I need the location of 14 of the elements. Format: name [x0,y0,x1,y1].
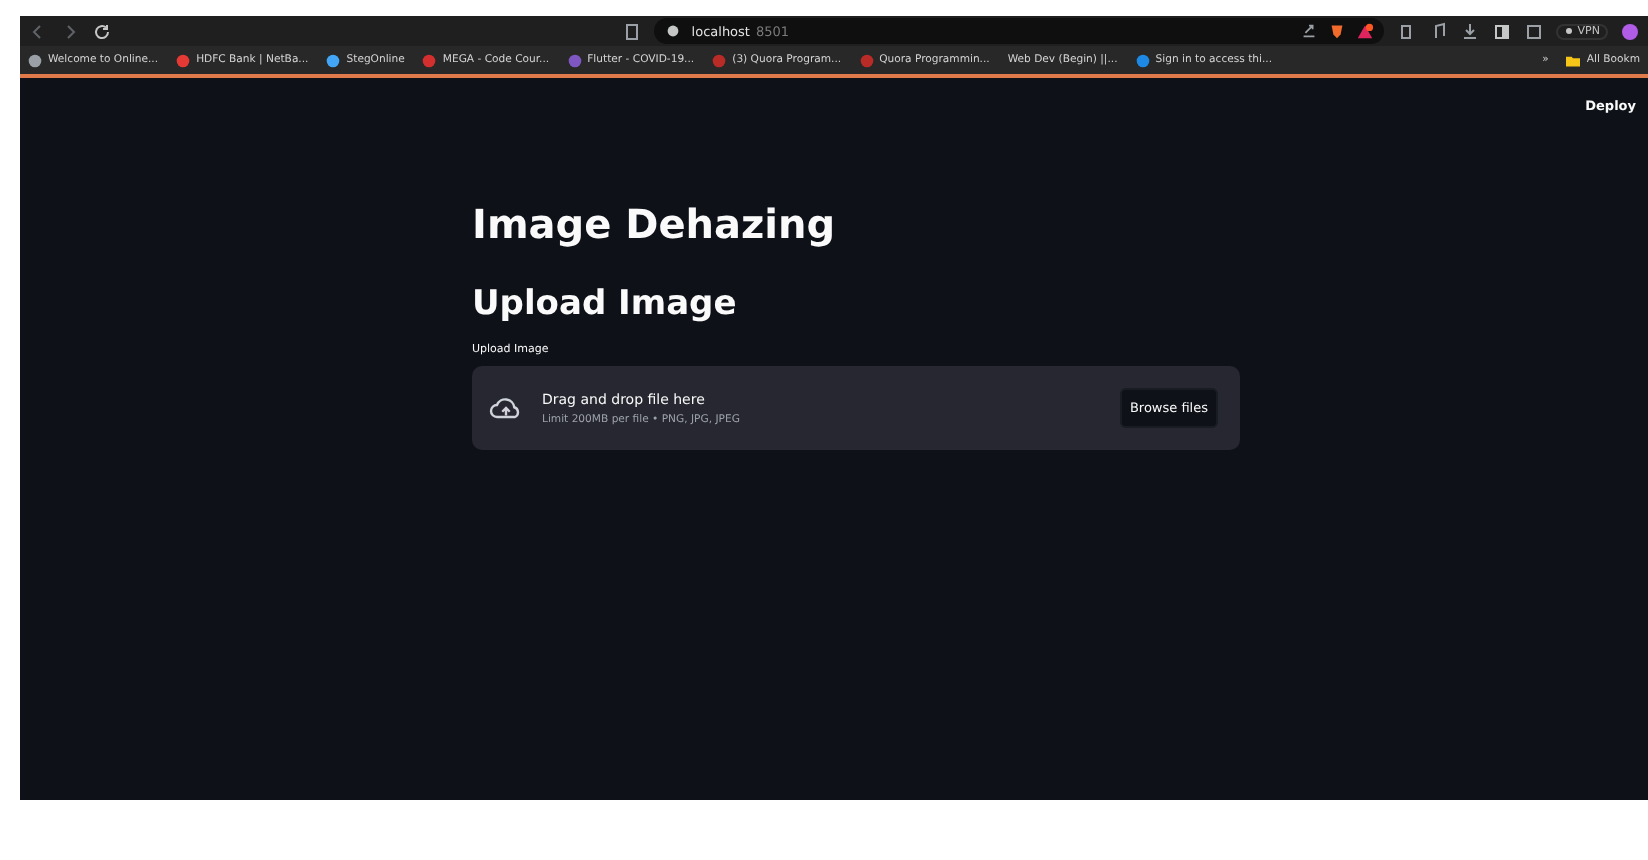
site-info-icon[interactable] [663,22,682,40]
window-icon[interactable] [1523,21,1544,41]
sidebar-icon[interactable] [1491,21,1512,41]
folder-icon [1566,53,1581,67]
cloud-upload-icon [488,394,524,422]
reload-icon[interactable] [92,21,112,41]
profile-icon[interactable] [1620,21,1640,41]
vpn-status-icon [1563,26,1574,36]
triangle-icon[interactable] [1355,22,1374,40]
share-icon[interactable] [1299,22,1318,40]
page-title: Image Dehazing [472,200,838,248]
section-heading: Upload Image [472,284,739,324]
bookmark-icon[interactable] [621,21,642,41]
download-icon[interactable] [1459,21,1480,41]
